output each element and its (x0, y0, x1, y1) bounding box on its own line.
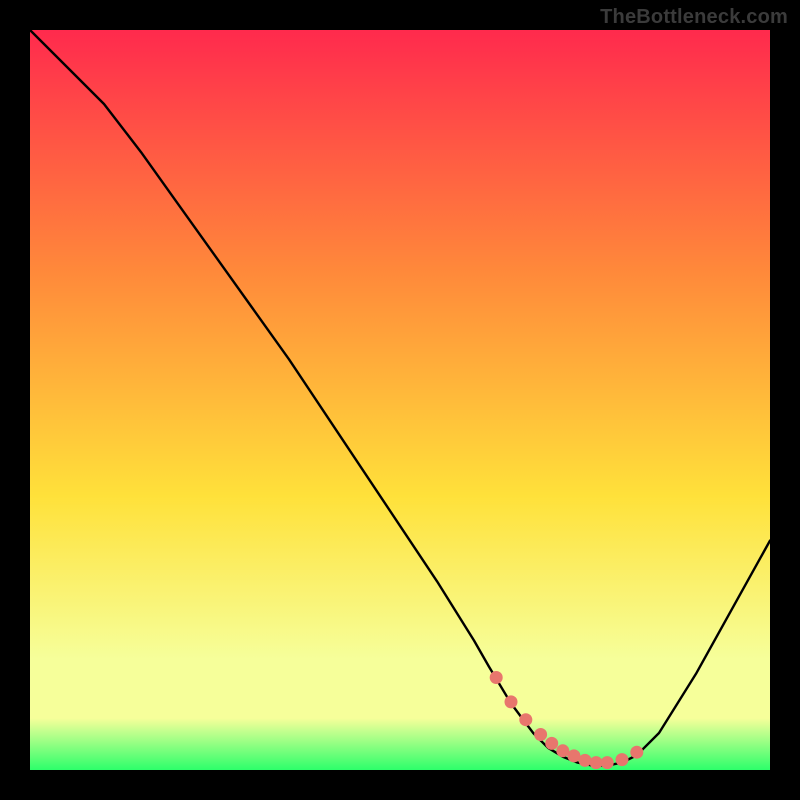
floor-dot (545, 737, 558, 750)
floor-dot (534, 728, 547, 741)
floor-dot (630, 746, 643, 759)
floor-dot (567, 749, 580, 762)
floor-dot (490, 671, 503, 684)
gradient-background (30, 30, 770, 770)
floor-dot (579, 754, 592, 767)
floor-dot (556, 744, 569, 757)
watermark-text: TheBottleneck.com (600, 6, 788, 29)
chart-stage: TheBottleneck.com (0, 0, 800, 800)
floor-dot (616, 753, 629, 766)
floor-dot (601, 756, 614, 769)
floor-dot (505, 695, 518, 708)
floor-dot (519, 713, 532, 726)
bottleneck-chart (0, 0, 800, 800)
floor-dot (590, 756, 603, 769)
